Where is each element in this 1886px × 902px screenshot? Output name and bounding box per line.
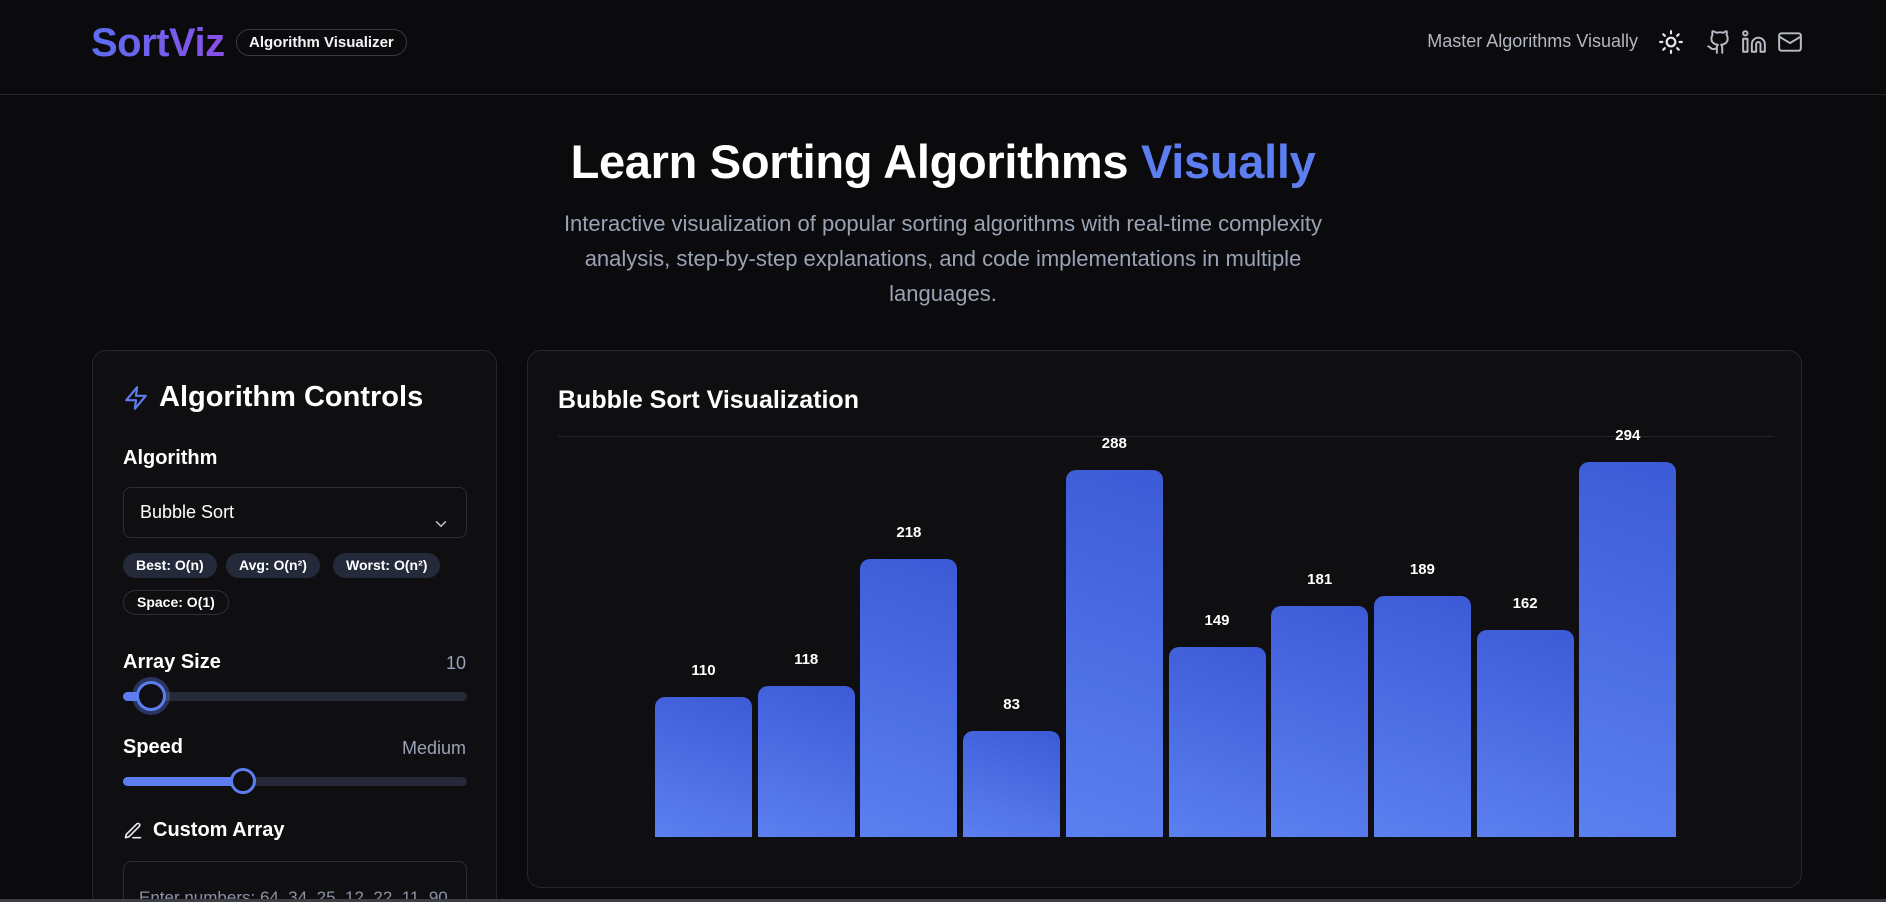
speed-slider-thumb[interactable] <box>230 768 257 794</box>
chart-bar <box>963 731 1061 837</box>
chart-bar <box>655 696 752 837</box>
header-tagline: Master Algorithms Visually <box>1427 31 1638 51</box>
array-size-value: 10 <box>445 653 466 673</box>
bar-value-label: 118 <box>794 651 819 669</box>
bar-value-label: 83 <box>1003 696 1020 714</box>
custom-array-heading: Custom Array <box>123 819 285 842</box>
speed-label: Speed <box>123 736 184 758</box>
chart-bar <box>1168 646 1266 837</box>
controls-title: Algorithm Controls <box>159 381 424 413</box>
sun-icon[interactable] <box>1658 29 1684 55</box>
pencil-icon <box>123 821 143 841</box>
custom-array-input[interactable] <box>123 861 467 902</box>
complexity-worst-badge: Worst: O(n²) <box>333 553 441 578</box>
mail-icon[interactable] <box>1777 29 1803 55</box>
algorithm-selected-value: Bubble Sort <box>140 502 235 522</box>
complexity-space-badge: Space: O(1) <box>123 590 229 615</box>
chart-bar <box>1476 630 1574 837</box>
complexity-best-badge: Best: O(n) <box>123 553 217 578</box>
chart-bar <box>1579 461 1677 837</box>
chart-bar <box>1065 469 1163 837</box>
github-icon[interactable] <box>1706 29 1732 55</box>
algorithm-controls-panel: Algorithm Controls Algorithm Bubble Sort… <box>92 350 497 902</box>
lightning-icon <box>123 385 149 411</box>
algorithm-label: Algorithm <box>123 447 218 469</box>
hero-title-main: Learn Sorting Algorithms <box>570 135 1142 188</box>
bar-value-label: 181 <box>1307 571 1333 589</box>
speed-slider-fill <box>123 777 244 786</box>
chevron-down-icon <box>432 503 450 528</box>
chart-bar <box>860 558 958 837</box>
speed-slider[interactable] <box>123 768 467 794</box>
speed-value: Medium <box>401 738 466 758</box>
bar-value-label: 149 <box>1204 611 1230 629</box>
chart-bar <box>757 686 855 837</box>
bar-value-label: 189 <box>1409 560 1435 578</box>
controls-heading: Algorithm Controls <box>123 381 423 414</box>
linkedin-icon[interactable] <box>1741 29 1767 55</box>
bar-chart: 110 118 218 83 288 149 181 189 162 294 <box>528 351 1803 889</box>
bar-value-label: 288 <box>1101 434 1127 452</box>
hero-subtitle: Interactive visualization of popular sor… <box>563 211 1323 306</box>
hero-title: Learn Sorting Algorithms Visually <box>0 134 1886 189</box>
bar-value-label: 110 <box>691 661 716 679</box>
bar-value-label: 162 <box>1512 595 1538 613</box>
chart-bar <box>1373 595 1471 837</box>
custom-array-label: Custom Array <box>153 819 285 841</box>
logo[interactable]: SortViz <box>91 21 225 66</box>
chart-bar <box>1271 606 1369 837</box>
hero-title-accent: Visually <box>1141 135 1316 188</box>
array-size-slider[interactable] <box>123 681 467 711</box>
app-badge: Algorithm Visualizer <box>236 29 407 56</box>
array-size-label: Array Size <box>123 651 221 673</box>
complexity-avg-badge: Avg: O(n²) <box>226 553 320 578</box>
visualization-panel: Bubble Sort Visualization 110 118 218 83 288… <box>527 350 1802 888</box>
top-header: SortViz Algorithm Visualizer Master Algo… <box>0 0 1886 95</box>
bar-value-label: 294 <box>1615 426 1641 444</box>
array-size-slider-thumb[interactable] <box>135 681 166 711</box>
bar-value-label: 218 <box>896 523 922 541</box>
algorithm-select[interactable]: Bubble Sort <box>123 487 467 538</box>
